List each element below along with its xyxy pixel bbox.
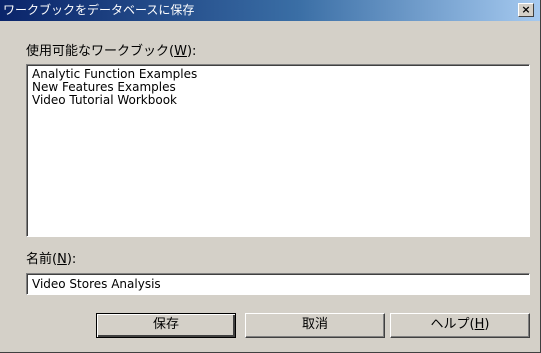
dialog-title: ワークブックをデータベースに保存 [3,3,195,17]
name-input[interactable] [27,275,522,293]
workbooks-label-text: 使用可能なワークブック( [26,44,175,59]
save-button[interactable]: 保存 [96,313,236,338]
name-label: 名前(N): [26,252,76,268]
title-bar[interactable]: ワークブックをデータベースに保存 × [0,0,540,21]
cancel-button[interactable]: 取消 [245,313,385,338]
help-button-label: ヘルプ( [430,317,475,332]
close-button[interactable]: × [518,3,534,17]
help-button[interactable]: ヘルプ(H) [390,313,530,338]
workbooks-label-suffix: ): [186,44,197,59]
save-workbook-dialog: ワークブックをデータベースに保存 × 使用可能なワークブック(W): Analy… [0,0,541,353]
workbooks-listbox[interactable]: Analytic Function Examples New Features … [26,64,530,237]
workbooks-label-mnemonic: W [174,44,187,59]
workbooks-label: 使用可能なワークブック(W): [26,44,196,60]
workbook-list-item[interactable]: Video Tutorial Workbook [27,94,529,107]
name-label-text: 名前( [26,252,58,267]
name-label-mnemonic: N [57,252,67,267]
name-label-suffix: ): [66,252,77,267]
save-button-label: 保存 [152,317,179,332]
name-field[interactable] [26,273,530,295]
cancel-button-label: 取消 [301,317,328,332]
close-icon: × [521,3,531,16]
help-button-mnemonic: H [474,317,485,332]
help-button-suffix: ) [484,317,490,332]
